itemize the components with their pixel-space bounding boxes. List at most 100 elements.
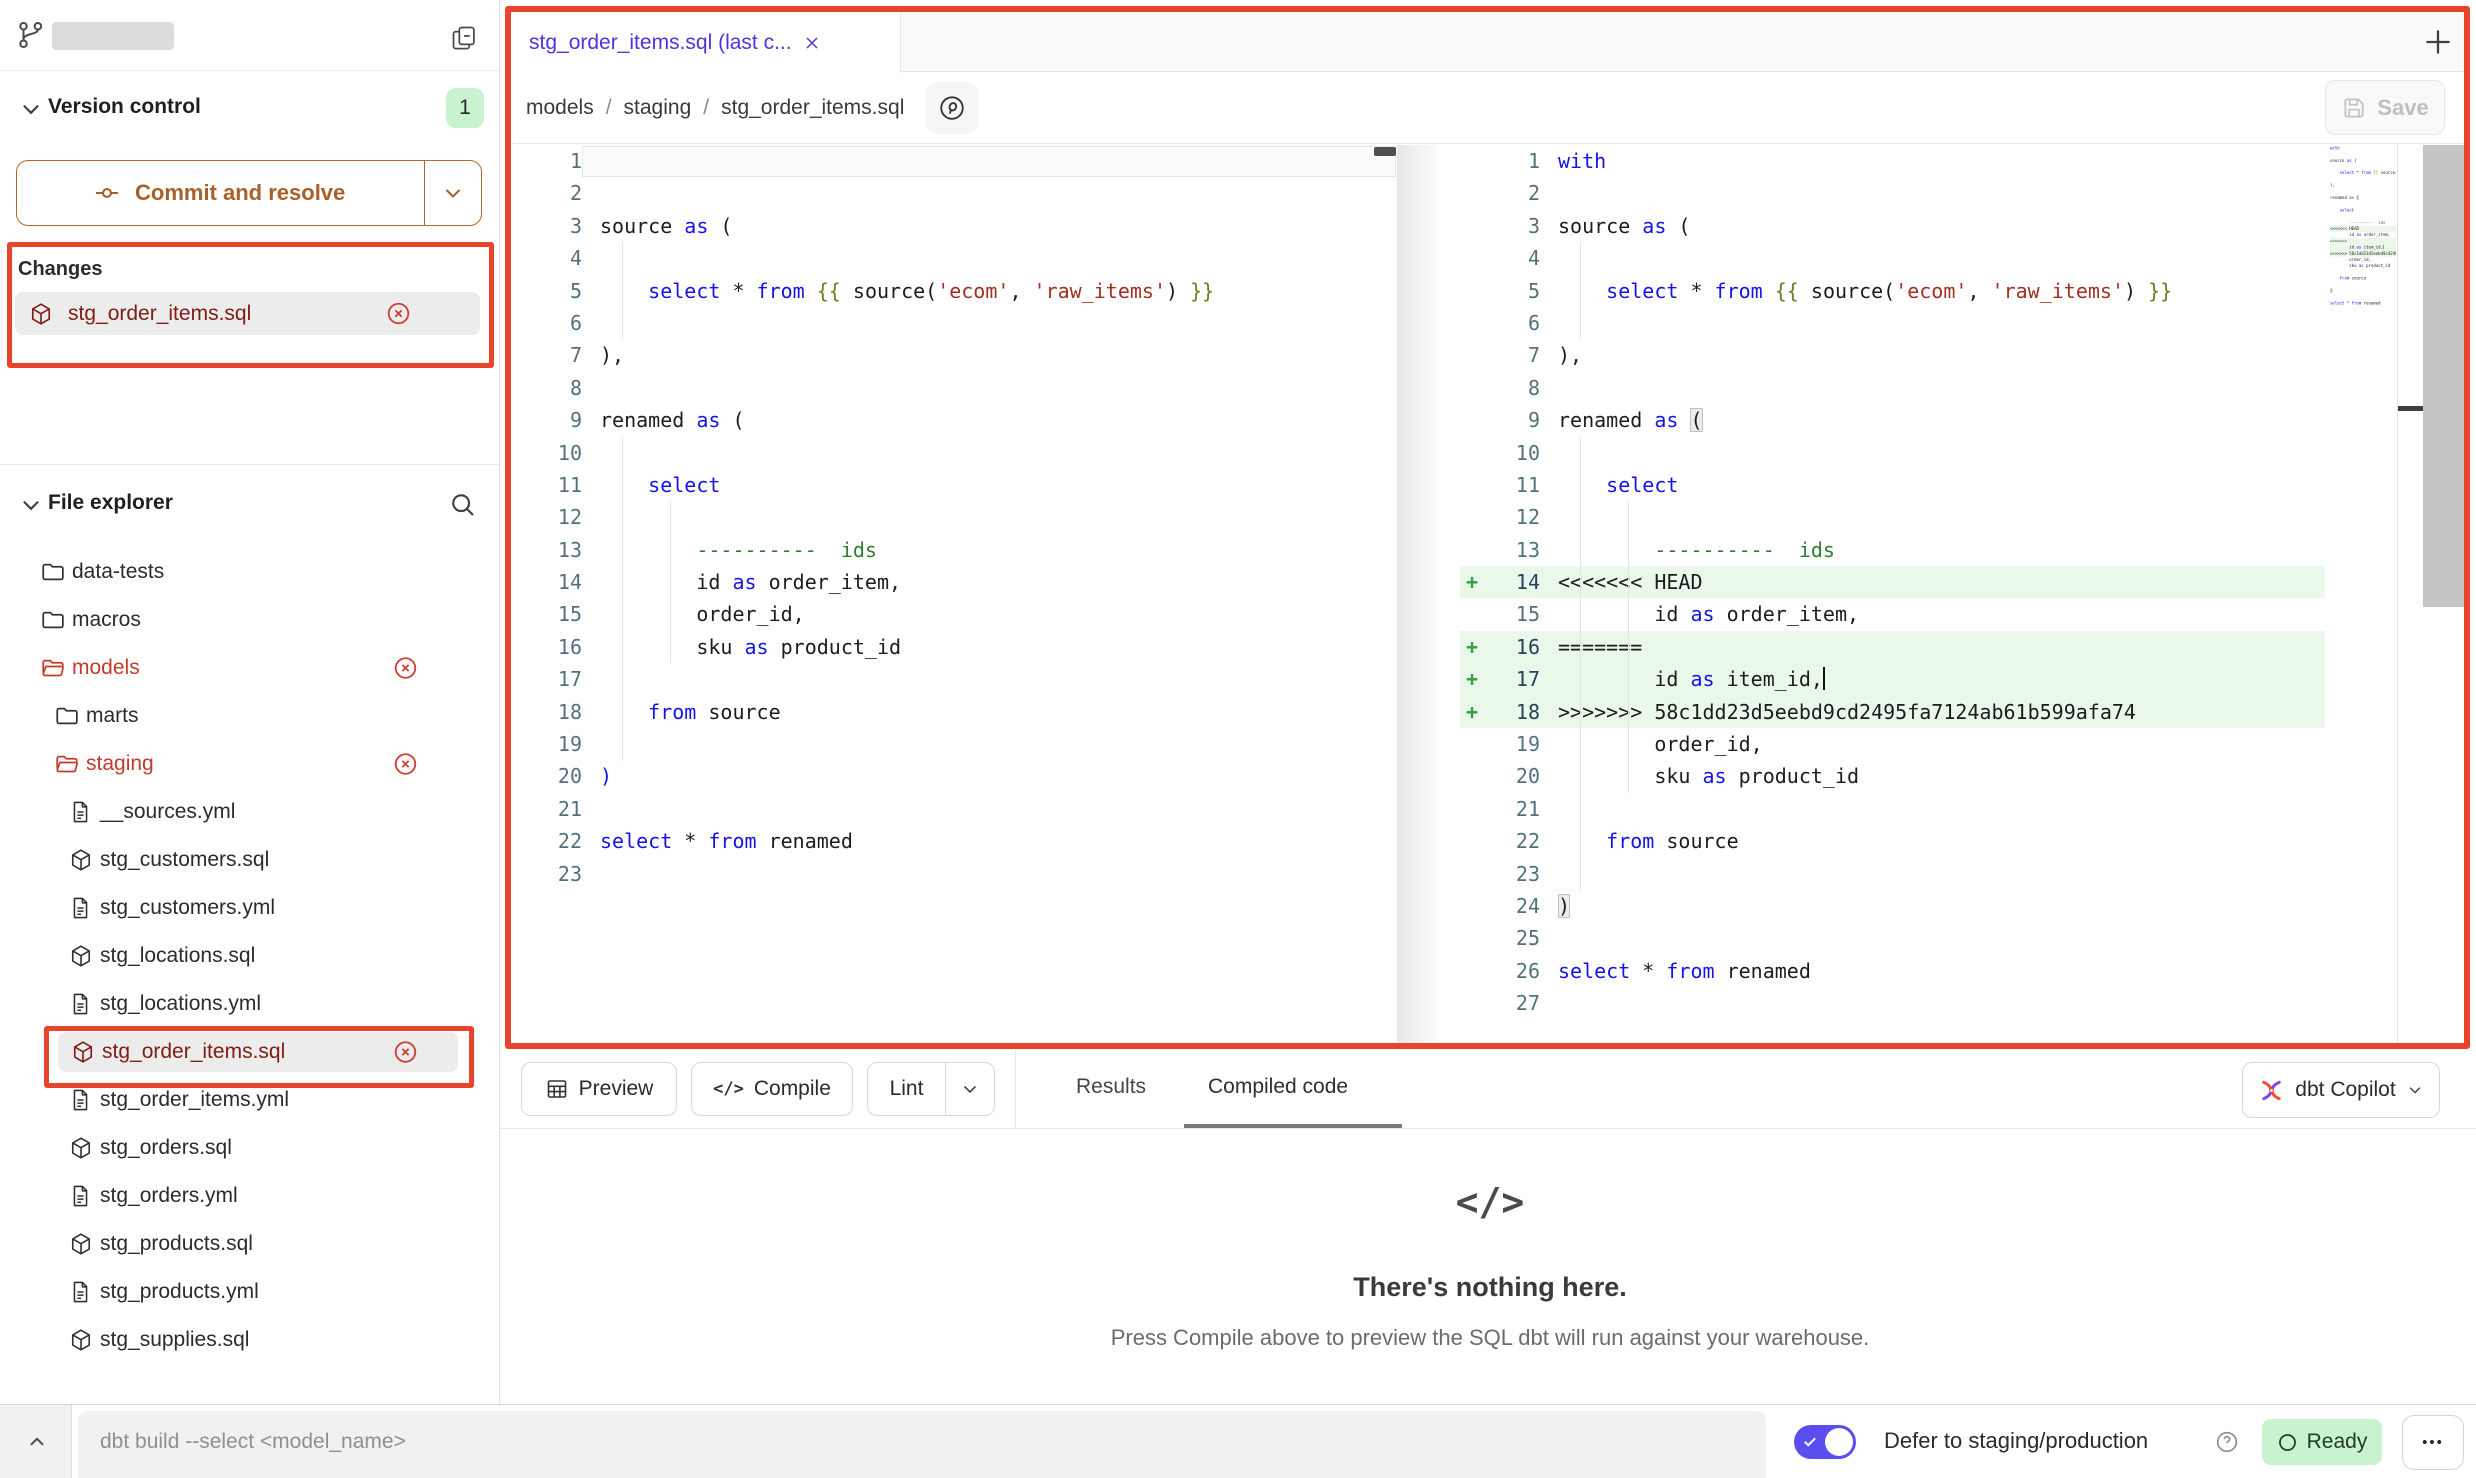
code-line[interactable]: 24) <box>1460 890 2325 922</box>
discard-change-icon[interactable] <box>392 751 419 778</box>
code-line[interactable]: 26select * from renamed <box>1460 955 2325 987</box>
version-control-title[interactable]: Version control <box>48 95 201 119</box>
more-options-button[interactable]: ••• <box>2402 1415 2464 1470</box>
help-icon[interactable] <box>2214 1429 2240 1455</box>
discard-change-icon[interactable] <box>385 300 412 327</box>
code-line[interactable]: +17 id as item_id, <box>1460 663 2325 695</box>
ready-status-badge[interactable]: Ready <box>2262 1419 2382 1465</box>
file-tree-item-stg-locations-yml[interactable]: stg_locations.yml <box>0 982 498 1026</box>
code-line[interactable]: 1with <box>1460 145 2325 177</box>
code-line[interactable]: 21 <box>1460 793 2325 825</box>
code-line[interactable]: 8 <box>505 372 1398 404</box>
file-tree-item-data-tests[interactable]: data-tests <box>0 550 498 594</box>
duplicate-files-icon[interactable] <box>450 24 478 52</box>
code-line[interactable]: 22select * from renamed <box>505 825 1398 857</box>
code-line[interactable]: 16 sku as product_id <box>505 631 1398 663</box>
save-button[interactable]: Save <box>2325 80 2445 135</box>
file-tree-item-stg-locations-sql[interactable]: stg_locations.sql <box>0 934 498 978</box>
code-line[interactable]: 27 <box>2330 306 2396 312</box>
chevron-up-icon[interactable] <box>26 1431 48 1453</box>
file-tree-item-stg-customers-yml[interactable]: stg_customers.yml <box>0 886 498 930</box>
tab-compiled-code[interactable]: Compiled code <box>1208 1075 1348 1099</box>
code-line[interactable]: 12 <box>505 501 1398 533</box>
code-line[interactable]: +18>>>>>>> 58c1dd23d5eebd9cd2495fa7124ab… <box>1460 696 2325 728</box>
code-line[interactable]: 11 select <box>505 469 1398 501</box>
file-tree-item-stg-orders-yml[interactable]: stg_orders.yml <box>0 1174 498 1218</box>
code-line[interactable]: 19 <box>505 728 1398 760</box>
commit-dropdown[interactable] <box>424 161 481 225</box>
file-tree-item-stg-products-sql[interactable]: stg_products.sql <box>0 1222 498 1266</box>
file-tree-item-stg-order-items-sql[interactable]: stg_order_items.sql <box>0 1030 498 1074</box>
code-line[interactable]: 20 sku as product_id <box>1460 760 2325 792</box>
code-line[interactable]: 27 <box>1460 987 2325 1019</box>
file-tree-item-marts[interactable]: marts <box>0 694 498 738</box>
minimap[interactable]: 1with23source as (45 select * from {{ so… <box>2330 145 2396 323</box>
file-tree-item-stg-supplies-sql[interactable]: stg_supplies.sql <box>0 1318 498 1362</box>
code-line[interactable]: 7), <box>1460 339 2325 371</box>
breadcrumb-models[interactable]: models <box>526 96 594 120</box>
file-tree-item--sources-yml[interactable]: __sources.yml <box>0 790 498 834</box>
code-line[interactable]: 6 <box>1460 307 2325 339</box>
lint-dropdown[interactable] <box>945 1063 994 1115</box>
code-line[interactable]: 13 ---------- ids <box>505 534 1398 566</box>
search-icon[interactable] <box>448 490 478 520</box>
file-tree-item-stg-products-yml[interactable]: stg_products.yml <box>0 1270 498 1314</box>
code-line[interactable]: 2 <box>1460 177 2325 209</box>
code-line[interactable]: 20) <box>505 760 1398 792</box>
code-line[interactable]: 20 sku as product_id <box>2330 263 2396 269</box>
chevron-down-icon[interactable] <box>18 492 44 518</box>
code-pane-right[interactable]: 1with 2 3source as ( 4 5 select * from {… <box>1460 145 2325 1020</box>
file-explorer-title[interactable]: File explorer <box>48 491 173 515</box>
lint-button[interactable]: Lint <box>867 1062 995 1116</box>
breadcrumb-staging[interactable]: staging <box>624 96 692 120</box>
code-line[interactable]: 18 from source <box>505 696 1398 728</box>
code-line[interactable]: 5 select * from {{ source('ecom', 'raw_i… <box>1460 275 2325 307</box>
compile-button[interactable]: </> Compile <box>691 1062 853 1116</box>
dbt-copilot-button[interactable]: dbt Copilot <box>2242 1062 2440 1118</box>
format-button[interactable] <box>926 82 978 134</box>
code-line[interactable]: 17 <box>505 663 1398 695</box>
code-line[interactable]: 4 <box>1460 242 2325 274</box>
code-line[interactable]: 9renamed as ( <box>505 404 1398 436</box>
file-tree-item-stg-customers-sql[interactable]: stg_customers.sql <box>0 838 498 882</box>
editor-scrollbar-thumb[interactable] <box>2423 145 2467 607</box>
code-line[interactable]: 21 <box>505 793 1398 825</box>
code-pane-left[interactable]: 1with23source as (45 select * from {{ so… <box>505 145 1398 890</box>
code-line[interactable]: +16======= <box>1460 631 2325 663</box>
code-line[interactable]: 15 id as order_item, <box>1460 598 2325 630</box>
code-line[interactable]: 3source as ( <box>1460 210 2325 242</box>
git-branch-icon[interactable] <box>16 20 46 50</box>
code-line[interactable]: +14<<<<<<< HEAD <box>1460 566 2325 598</box>
code-line[interactable]: 2 <box>505 177 1398 209</box>
file-tree-item-models[interactable]: models <box>0 646 498 690</box>
code-line[interactable]: 23 <box>1460 858 2325 890</box>
code-line[interactable]: 6 <box>505 307 1398 339</box>
file-tree-item-stg-order-items-yml[interactable]: stg_order_items.yml <box>0 1078 498 1122</box>
code-line[interactable]: 11 select <box>1460 469 2325 501</box>
code-line[interactable]: 25 <box>1460 922 2325 954</box>
code-line[interactable]: 19 order_id, <box>1460 728 2325 760</box>
tab-close-icon[interactable] <box>802 33 822 53</box>
code-line[interactable]: 8 <box>1460 372 2325 404</box>
code-line[interactable]: 5 select * from {{ source('ecom', 'raw_i… <box>505 275 1398 307</box>
code-line[interactable]: 22 from source <box>1460 825 2325 857</box>
code-line[interactable]: 14 id as order_item, <box>505 566 1398 598</box>
code-line[interactable]: 3source as ( <box>505 210 1398 242</box>
tab-results[interactable]: Results <box>1076 1075 1146 1099</box>
code-line[interactable]: 10 <box>1460 437 2325 469</box>
breadcrumb-file[interactable]: stg_order_items.sql <box>721 96 904 120</box>
code-line[interactable]: 10 <box>505 437 1398 469</box>
code-line[interactable]: 13 ---------- ids <box>1460 534 2325 566</box>
chevron-down-icon[interactable] <box>18 96 44 122</box>
code-line[interactable]: 4 <box>505 242 1398 274</box>
code-line[interactable]: 15 order_id, <box>505 598 1398 630</box>
preview-button[interactable]: Preview <box>521 1062 677 1116</box>
editor-tab-active[interactable]: stg_order_items.sql (last c... <box>511 12 901 73</box>
changed-file-chip[interactable]: stg_order_items.sql <box>15 292 480 335</box>
file-tree-item-staging[interactable]: staging <box>0 742 498 786</box>
code-line[interactable]: 9renamed as ( <box>1460 404 2325 436</box>
commit-and-resolve-button[interactable]: Commit and resolve <box>16 160 482 226</box>
file-tree-item-macros[interactable]: macros <box>0 598 498 642</box>
code-line[interactable]: 7), <box>505 339 1398 371</box>
code-line[interactable]: 5 select * from {{ source('ecom', 'raw_i… <box>2330 170 2396 176</box>
